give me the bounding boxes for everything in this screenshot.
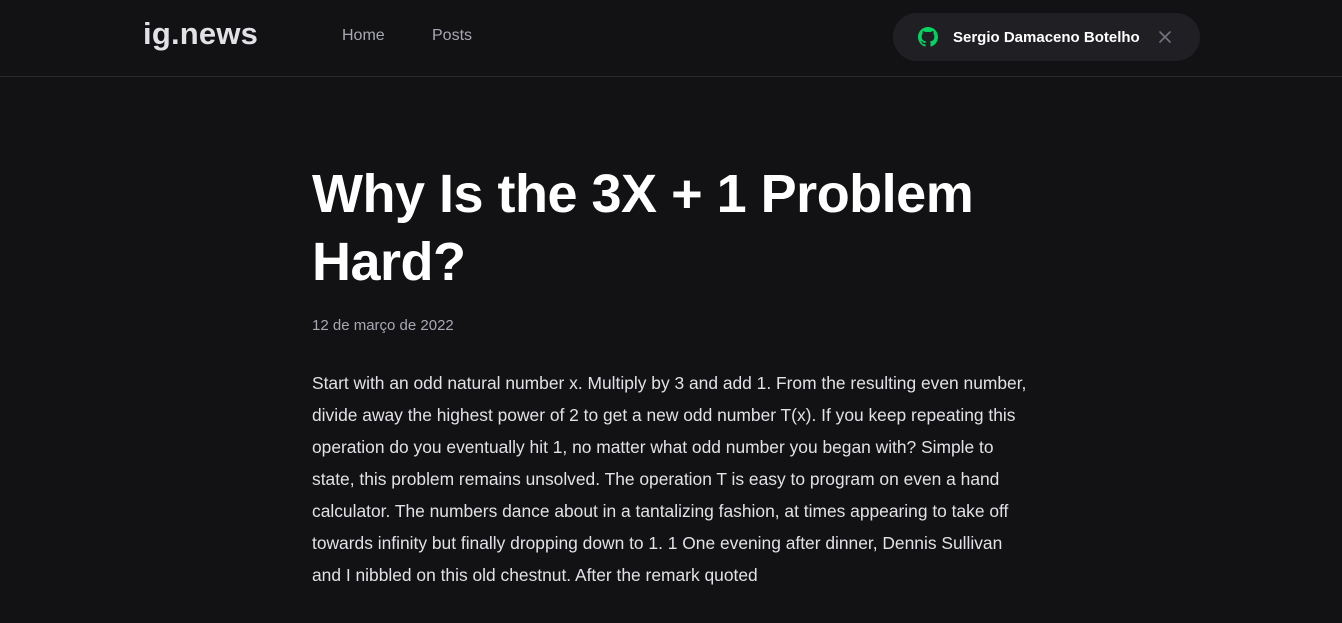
user-name: Sergio Damaceno Botelho: [953, 28, 1140, 46]
article-date: 12 de março de 2022: [312, 317, 454, 334]
article: Why Is the 3X + 1 Problem Hard? 12 de ma…: [312, 160, 1030, 585]
github-icon: [918, 27, 938, 47]
github-user-button[interactable]: Sergio Damaceno Botelho: [893, 13, 1200, 61]
header: ig.news Home Posts Sergio Damaceno Botel…: [0, 0, 1342, 77]
site-logo[interactable]: ig.news: [143, 16, 258, 52]
close-icon[interactable]: [1157, 29, 1173, 45]
nav-link-home[interactable]: Home: [342, 27, 385, 45]
article-excerpt: Start with an odd natural number x. Mult…: [312, 373, 1027, 585]
nav-link-posts[interactable]: Posts: [432, 27, 472, 45]
article-title: Why Is the 3X + 1 Problem Hard?: [312, 164, 974, 292]
